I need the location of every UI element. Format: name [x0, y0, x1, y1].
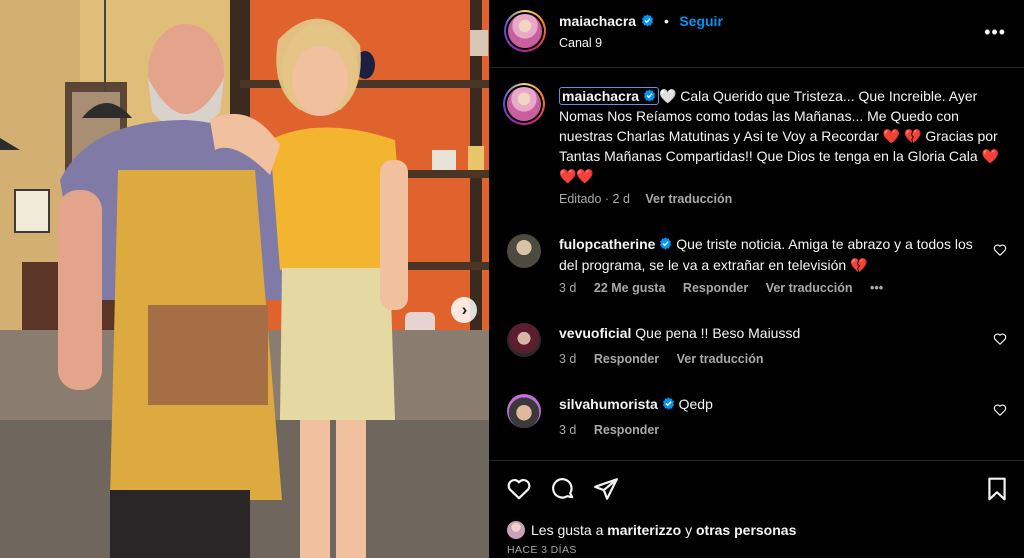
comment-meta: 3 d 22 Me gusta Responder Ver traducción…: [559, 281, 897, 295]
verified-badge-icon: [662, 397, 674, 410]
likes-prefix: Les gusta a: [531, 522, 604, 538]
comment-text: Qedp: [678, 396, 713, 412]
post-date[interactable]: HACE 3 DÍAS: [507, 544, 577, 556]
location-subtitle[interactable]: Canal 9: [559, 36, 602, 50]
caption-username[interactable]: maiachacra: [559, 87, 659, 105]
comment-text: Que pena !! Beso Maiussd: [635, 325, 801, 341]
caption-time[interactable]: 2 d: [613, 192, 630, 206]
post-photo: ›: [0, 0, 489, 558]
comment-username[interactable]: vevuoficial: [559, 325, 631, 341]
comment-body: silvahumorista Qedp: [559, 394, 979, 415]
comment-body: fulopcatherine Que triste noticia. Amiga…: [559, 234, 979, 276]
comment-body: vevuoficial Que pena !! Beso Maiussd: [559, 323, 979, 344]
next-image-button[interactable]: ›: [451, 297, 477, 323]
likes-summary[interactable]: Les gusta a mariterizzo y otras personas: [507, 521, 796, 539]
comment-avatar[interactable]: [507, 323, 541, 357]
edited-label: Editado: [559, 192, 602, 206]
reply-button[interactable]: Responder: [594, 352, 659, 366]
comment-time[interactable]: 3 d: [559, 281, 576, 295]
comment-avatar[interactable]: [507, 394, 541, 428]
reply-button[interactable]: Responder: [683, 281, 748, 295]
comment-username[interactable]: fulopcatherine: [559, 236, 655, 252]
comment-meta: 3 d Responder: [559, 423, 673, 437]
comment-options-icon[interactable]: •••: [870, 281, 883, 295]
post-header: maiachacra • Seguir Canal 9 •••: [489, 0, 1024, 68]
share-send-icon[interactable]: [593, 476, 619, 502]
heart-outline-icon[interactable]: [993, 403, 1007, 417]
likes-connector: y: [685, 522, 693, 538]
comment-meta: 3 d Responder Ver traducción: [559, 352, 778, 366]
comment-likes[interactable]: 22 Me gusta: [594, 281, 666, 295]
reply-button[interactable]: Responder: [594, 423, 659, 437]
chevron-right-icon: ›: [461, 299, 468, 319]
verified-badge-icon: [660, 237, 672, 250]
follow-button[interactable]: Seguir: [679, 13, 723, 29]
comment-time[interactable]: 3 d: [559, 423, 576, 437]
caption-author-avatar[interactable]: [503, 83, 545, 125]
liker-avatar: [507, 521, 525, 539]
heart-outline-icon[interactable]: [993, 243, 1007, 257]
bookmark-save-icon[interactable]: [984, 476, 1010, 502]
post-details-panel: maiachacra • Seguir Canal 9 ••• maiachac…: [489, 0, 1024, 558]
comment-bubble-icon[interactable]: [550, 476, 576, 502]
translate-link[interactable]: Ver traducción: [677, 352, 764, 366]
verified-badge-icon: [641, 14, 653, 27]
post-actions: Les gusta a mariterizzo y otras personas…: [489, 460, 1024, 558]
separator-dot: •: [663, 13, 669, 29]
more-options-icon[interactable]: •••: [984, 22, 1006, 43]
author-avatar[interactable]: [504, 10, 546, 52]
translate-link[interactable]: Ver traducción: [645, 192, 732, 206]
comment-time[interactable]: 3 d: [559, 352, 576, 366]
caption-meta: Editado · 2 d Ver traducción: [559, 192, 733, 206]
heart-outline-icon[interactable]: [993, 332, 1007, 346]
comment-username[interactable]: silvahumorista: [559, 396, 658, 412]
like-heart-icon[interactable]: [506, 476, 532, 502]
author-username[interactable]: maiachacra: [559, 13, 636, 29]
liker-username[interactable]: mariterizzo: [607, 522, 681, 538]
likes-others-link[interactable]: otras personas: [696, 522, 796, 538]
translate-link[interactable]: Ver traducción: [766, 281, 853, 295]
white-heart-emoji: 🤍: [658, 88, 677, 104]
verified-badge-icon: [643, 89, 655, 102]
photo-illustration: [0, 0, 489, 558]
comment-avatar[interactable]: [507, 234, 541, 268]
caption-text-block: maiachacra 🤍 Cala Querido que Tristeza..…: [559, 86, 999, 186]
